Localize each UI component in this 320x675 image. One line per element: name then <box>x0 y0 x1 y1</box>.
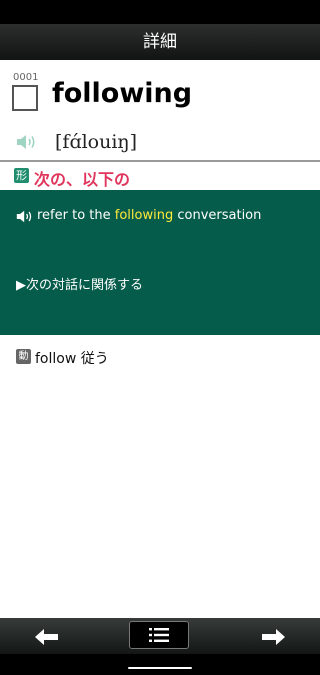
phonetic-transcription: [fɑ́louiŋ] <box>55 131 138 153</box>
headword: following <box>52 78 193 109</box>
list-icon <box>149 628 169 642</box>
list-button[interactable] <box>129 621 189 649</box>
example-speaker-icon[interactable] <box>16 209 34 228</box>
gesture-area <box>0 654 320 675</box>
memorized-checkbox[interactable] <box>12 85 38 111</box>
word-number: 0001 <box>13 72 39 83</box>
arrow-left-icon[interactable] <box>33 626 61 648</box>
example-highlight: following <box>114 208 174 223</box>
related-word: follow 従う <box>35 351 109 367</box>
example-after: conversation <box>173 208 262 223</box>
status-bar <box>0 0 320 24</box>
meaning: 次の、以下の <box>34 170 131 189</box>
divider <box>0 160 320 162</box>
page-title: 詳細 <box>0 24 320 60</box>
speaker-icon[interactable] <box>16 133 38 155</box>
part-of-speech-badge: 形 <box>14 168 29 183</box>
example-before: refer to the <box>37 208 115 223</box>
example-translation: ▶次の対話に関係する <box>16 278 143 293</box>
home-indicator[interactable] <box>128 667 192 669</box>
arrow-right-icon[interactable] <box>259 626 287 648</box>
related-pos-badge: 動 <box>16 349 31 364</box>
example-sentence: refer to the following conversation <box>37 208 261 223</box>
bottom-toolbar <box>0 618 320 654</box>
